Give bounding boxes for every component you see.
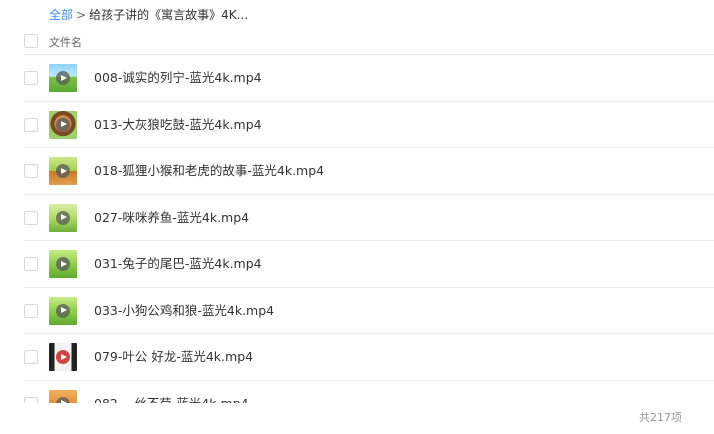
file-name-link[interactable]: 031-兔子的尾巴-蓝光4k.mp4 — [94, 255, 262, 273]
file-row-checkbox[interactable] — [24, 164, 38, 178]
file-row[interactable]: 082-...丝不苟-蓝光4k.mp4 — [0, 381, 714, 404]
file-row-checkbox[interactable] — [24, 350, 38, 364]
file-list[interactable]: 008-诚实的列宁-蓝光4k.mp4 013-大灰狼吃鼓-蓝光4k.mp4 018-… — [0, 55, 714, 403]
select-all-checkbox[interactable] — [24, 34, 38, 48]
file-name-link[interactable]: 079-叶公 好龙-蓝光4k.mp4 — [94, 348, 253, 366]
video-thumbnail-icon[interactable] — [49, 203, 77, 232]
breadcrumb: 全部 > 给孩子讲的《寓言故事》4K... — [49, 6, 248, 24]
play-icon — [56, 164, 70, 178]
file-list-header: 文件名 — [0, 30, 714, 54]
video-thumbnail-icon[interactable] — [49, 110, 77, 139]
file-name-link[interactable]: 013-大灰狼吃鼓-蓝光4k.mp4 — [94, 116, 262, 134]
file-name-link[interactable]: 033-小狗公鸡和狼-蓝光4k.mp4 — [94, 302, 274, 320]
file-row-checkbox[interactable] — [24, 257, 38, 271]
total-count: 共217项 — [639, 411, 682, 424]
video-thumbnail-icon[interactable] — [49, 343, 77, 371]
play-icon — [56, 350, 70, 364]
file-name-link[interactable]: 082-...丝不苟-蓝光4k.mp4 — [94, 395, 249, 404]
file-row[interactable]: 008-诚实的列宁-蓝光4k.mp4 — [0, 55, 714, 102]
breadcrumb-root-link[interactable]: 全部 — [49, 8, 73, 22]
file-name-link[interactable]: 027-咪咪养鱼-蓝光4k.mp4 — [94, 209, 249, 227]
video-thumbnail-icon[interactable] — [49, 64, 77, 92]
file-row-checkbox[interactable] — [24, 303, 38, 318]
breadcrumb-separator: > — [76, 8, 87, 22]
play-icon — [56, 71, 70, 85]
file-row[interactable]: 033-小狗公鸡和狼-蓝光4k.mp4 — [0, 288, 714, 334]
play-icon — [56, 257, 70, 271]
file-row-checkbox[interactable] — [24, 71, 38, 85]
file-name-link[interactable]: 008-诚实的列宁-蓝光4k.mp4 — [94, 69, 262, 87]
video-thumbnail-icon[interactable] — [49, 157, 77, 185]
play-icon — [56, 210, 70, 225]
video-thumbnail-icon[interactable] — [49, 250, 77, 278]
video-thumbnail-icon[interactable] — [49, 296, 77, 325]
file-name-link[interactable]: 018-狐狸小猴和老虎的故事-蓝光4k.mp4 — [94, 162, 324, 180]
file-row[interactable]: 013-大灰狼吃鼓-蓝光4k.mp4 — [0, 102, 714, 148]
breadcrumb-current-folder: 给孩子讲的《寓言故事》4K... — [89, 8, 249, 22]
list-footer: 共217项 — [0, 403, 714, 434]
play-icon — [56, 117, 70, 132]
play-icon — [56, 303, 70, 318]
file-row-checkbox[interactable] — [24, 117, 38, 132]
file-row[interactable]: 031-兔子的尾巴-蓝光4k.mp4 — [0, 241, 714, 288]
file-row[interactable]: 027-咪咪养鱼-蓝光4k.mp4 — [0, 195, 714, 241]
column-header-filename[interactable]: 文件名 — [49, 34, 82, 50]
video-thumbnail-icon[interactable] — [49, 389, 77, 403]
file-row-checkbox[interactable] — [24, 210, 38, 225]
file-row[interactable]: 018-狐狸小猴和老虎的故事-蓝光4k.mp4 — [0, 148, 714, 195]
file-row[interactable]: 079-叶公 好龙-蓝光4k.mp4 — [0, 334, 714, 381]
